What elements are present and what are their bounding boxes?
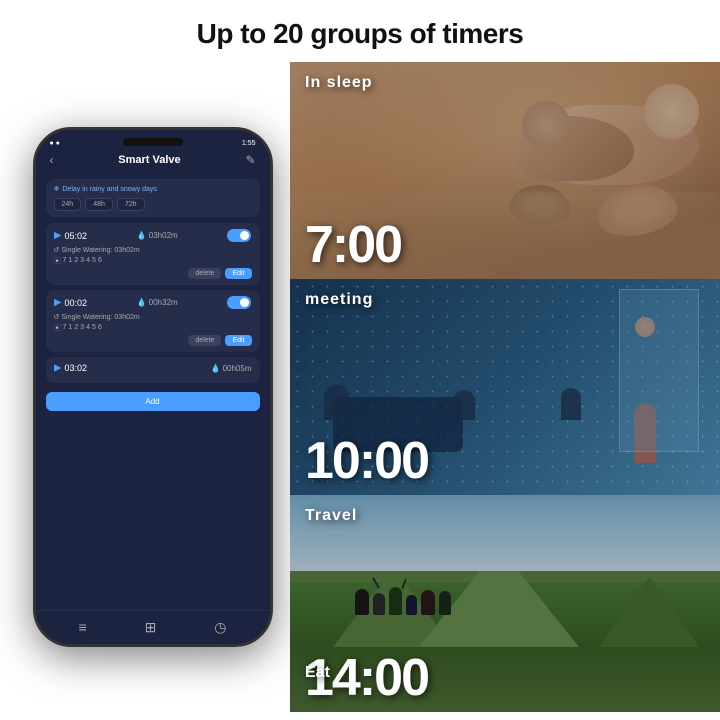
scenes-panel: In sleep 7:00 meeting 10:00: [290, 62, 720, 712]
play-icon-1[interactable]: [54, 232, 62, 240]
travel-label: Travel: [305, 507, 357, 525]
status-signal: ● ●: [50, 140, 60, 147]
timer-row-3: 03:02 💧 00h05m: [54, 363, 252, 373]
timer-card-1: 05:02 💧 03h02m ↺ Single Watering: 03h02m: [46, 223, 260, 285]
duration-badge-3: 💧 00h05m: [211, 364, 252, 373]
day-1b: 1: [68, 324, 72, 331]
edit-button-1[interactable]: Edit: [225, 268, 251, 279]
toggle-2[interactable]: [227, 296, 251, 309]
bottom-nav-list[interactable]: ≡: [78, 619, 86, 636]
meeting-time: 10:00: [305, 435, 428, 487]
sleep-time: 7:00: [305, 219, 401, 271]
delay-48h[interactable]: 48h: [85, 198, 113, 211]
timer-card-3: 03:02 💧 00h05m: [46, 357, 260, 383]
phone-frame: ● ● 1:55 ‹ Smart Valve ✎ ❄: [33, 127, 273, 647]
day-4b: 4: [86, 324, 90, 331]
rain-delay-section: ❄ Delay in rainy and snowy days 24h 48h …: [46, 179, 260, 217]
delay-72h[interactable]: 72h: [117, 198, 145, 211]
sleep-label: In sleep: [305, 74, 373, 92]
edit-button[interactable]: ✎: [245, 153, 255, 167]
days-row-2: ■ 7 1 2 3 4 5 6: [54, 324, 252, 331]
edit-button-2[interactable]: Edit: [225, 335, 251, 346]
scene-travel: Travel 14:00 Eat: [290, 495, 720, 712]
single-watering-2: ↺ Single Watering: 03h02m: [54, 313, 252, 321]
timer-card-2: 00:02 💧 00h32m ↺ Single Watering: 03h02m: [46, 290, 260, 352]
action-row-2: delete Edit: [54, 335, 252, 346]
meeting-label: meeting: [305, 291, 373, 309]
bottom-nav-grid[interactable]: ⊞: [145, 619, 157, 636]
day-2b: 2: [74, 324, 78, 331]
back-button[interactable]: ‹: [50, 153, 54, 167]
phone-mockup: ● ● 1:55 ‹ Smart Valve ✎ ❄: [0, 62, 290, 712]
eat-label: Eat: [305, 664, 330, 682]
bottom-nav: ≡ ⊞ ◷: [36, 610, 270, 644]
day-5b: 5: [92, 324, 96, 331]
day-3b: 3: [80, 324, 84, 331]
duration-badge-2: 💧 00h32m: [137, 298, 178, 307]
days-row-1: ■ 7 1 2 3 4 5 6: [54, 257, 252, 264]
play-icon-2[interactable]: [54, 299, 62, 307]
page-title: Up to 20 groups of timers: [0, 0, 720, 62]
screen-content: ❄ Delay in rainy and snowy days 24h 48h …: [36, 173, 270, 610]
timer-time-2: 00:02: [54, 298, 88, 308]
main-content: ● ● 1:55 ‹ Smart Valve ✎ ❄: [0, 62, 720, 712]
single-watering-1: ↺ Single Watering: 03h02m: [54, 246, 252, 254]
timer-time-1: 05:02: [54, 231, 88, 241]
day-square-2: ■: [54, 324, 61, 331]
delete-button-1[interactable]: delete: [188, 268, 221, 279]
phone-screen: ● ● 1:55 ‹ Smart Valve ✎ ❄: [36, 130, 270, 644]
add-button[interactable]: Add: [46, 392, 260, 411]
delete-button-2[interactable]: delete: [188, 335, 221, 346]
day-4: 4: [86, 257, 90, 264]
day-1: 1: [68, 257, 72, 264]
scene-sleep: In sleep 7:00: [290, 62, 720, 279]
day-7b: 7: [63, 324, 67, 331]
bottom-nav-clock[interactable]: ◷: [214, 619, 226, 636]
delay-options: 24h 48h 72h: [54, 198, 252, 211]
timer-row-1: 05:02 💧 03h02m: [54, 229, 252, 242]
day-5: 5: [92, 257, 96, 264]
play-icon-3[interactable]: [54, 364, 62, 372]
rain-delay-label: ❄ Delay in rainy and snowy days: [54, 185, 252, 193]
action-row-1: delete Edit: [54, 268, 252, 279]
duration-badge-1: 💧 03h02m: [137, 231, 178, 240]
day-square-1: ■: [54, 257, 61, 264]
delay-24h[interactable]: 24h: [54, 198, 82, 211]
screen-title: Smart Valve: [118, 154, 180, 166]
day-7: 7: [63, 257, 67, 264]
nav-bar: ‹ Smart Valve ✎: [36, 151, 270, 173]
day-6: 6: [98, 257, 102, 264]
toggle-1[interactable]: [227, 229, 251, 242]
day-2: 2: [74, 257, 78, 264]
day-6b: 6: [98, 324, 102, 331]
phone-notch: [123, 138, 183, 146]
timer-row-2: 00:02 💧 00h32m: [54, 296, 252, 309]
status-time: 1:55: [242, 140, 256, 147]
timer-time-3: 03:02: [54, 363, 88, 373]
scene-meeting: meeting 10:00: [290, 279, 720, 496]
day-3: 3: [80, 257, 84, 264]
